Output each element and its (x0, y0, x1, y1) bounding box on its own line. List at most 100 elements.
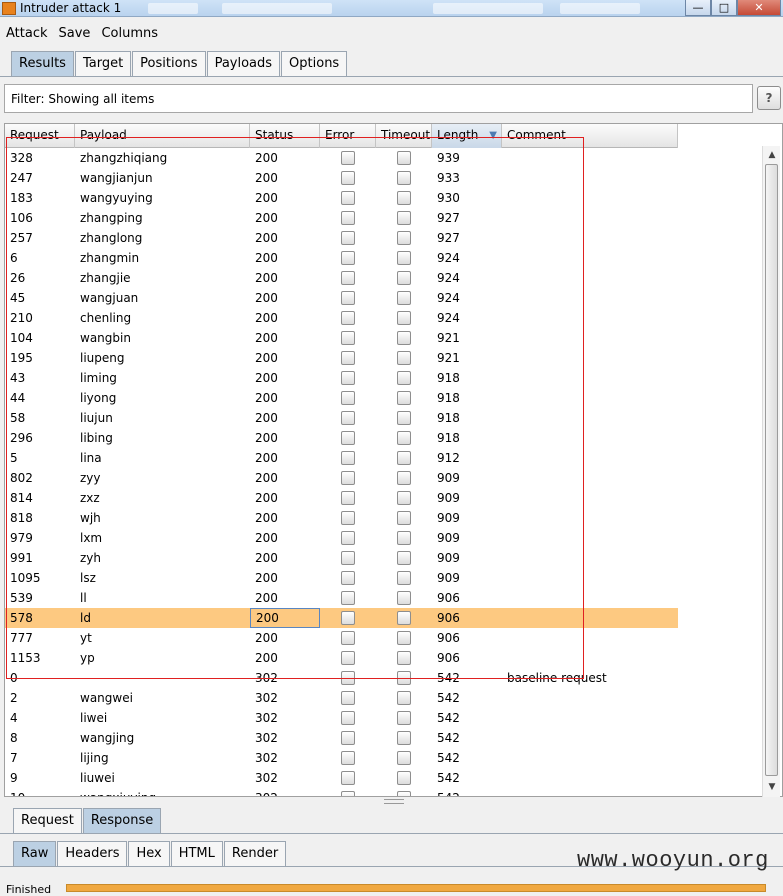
tab-response[interactable]: Response (82, 808, 162, 833)
table-row[interactable]: 10 wangxiuying 302 542 (5, 788, 678, 796)
table-row[interactable]: 6 zhangmin 200 924 (5, 248, 678, 268)
timeout-checkbox[interactable] (397, 771, 411, 785)
timeout-checkbox[interactable] (397, 591, 411, 605)
column-header-error[interactable]: Error (320, 124, 376, 148)
minimize-button[interactable]: — (685, 0, 711, 16)
table-row[interactable]: 991 zyh 200 909 (5, 548, 678, 568)
timeout-checkbox[interactable] (397, 291, 411, 305)
error-checkbox[interactable] (341, 511, 355, 525)
table-row[interactable]: 4 liwei 302 542 (5, 708, 678, 728)
table-row[interactable]: 104 wangbin 200 921 (5, 328, 678, 348)
table-row[interactable]: 26 zhangjie 200 924 (5, 268, 678, 288)
timeout-checkbox[interactable] (397, 171, 411, 185)
table-row[interactable]: 44 liyong 200 918 (5, 388, 678, 408)
table-row[interactable]: 8 wangjing 302 542 (5, 728, 678, 748)
error-checkbox[interactable] (341, 191, 355, 205)
error-checkbox[interactable] (341, 591, 355, 605)
column-header-request[interactable]: Request (5, 124, 75, 148)
timeout-checkbox[interactable] (397, 471, 411, 485)
error-checkbox[interactable] (341, 171, 355, 185)
timeout-checkbox[interactable] (397, 731, 411, 745)
error-checkbox[interactable] (341, 331, 355, 345)
table-row[interactable]: 2 wangwei 302 542 (5, 688, 678, 708)
menu-attack[interactable]: Attack (0, 24, 53, 44)
error-checkbox[interactable] (341, 491, 355, 505)
help-button[interactable]: ? (757, 86, 781, 110)
table-row[interactable]: 5 lina 200 912 (5, 448, 678, 468)
timeout-checkbox[interactable] (397, 751, 411, 765)
timeout-checkbox[interactable] (397, 711, 411, 725)
timeout-checkbox[interactable] (397, 551, 411, 565)
table-row[interactable]: 818 wjh 200 909 (5, 508, 678, 528)
tab-hex[interactable]: Hex (128, 841, 170, 866)
tab-headers[interactable]: Headers (57, 841, 128, 866)
scroll-up-icon[interactable]: ▲ (765, 148, 779, 162)
table-row[interactable]: 1095 lsz 200 909 (5, 568, 678, 588)
timeout-checkbox[interactable] (397, 531, 411, 545)
timeout-checkbox[interactable] (397, 391, 411, 405)
error-checkbox[interactable] (341, 231, 355, 245)
timeout-checkbox[interactable] (397, 251, 411, 265)
table-row[interactable]: 106 zhangping 200 927 (5, 208, 678, 228)
close-button[interactable]: ✕ (737, 0, 781, 16)
column-header-status[interactable]: Status (250, 124, 320, 148)
timeout-checkbox[interactable] (397, 791, 411, 796)
table-row[interactable]: 802 zyy 200 909 (5, 468, 678, 488)
error-checkbox[interactable] (341, 751, 355, 765)
error-checkbox[interactable] (341, 691, 355, 705)
error-checkbox[interactable] (341, 651, 355, 665)
timeout-checkbox[interactable] (397, 491, 411, 505)
error-checkbox[interactable] (341, 531, 355, 545)
error-checkbox[interactable] (341, 711, 355, 725)
table-row[interactable]: 257 zhanglong 200 927 (5, 228, 678, 248)
table-row[interactable]: 45 wangjuan 200 924 (5, 288, 678, 308)
error-checkbox[interactable] (341, 571, 355, 585)
timeout-checkbox[interactable] (397, 231, 411, 245)
error-checkbox[interactable] (341, 291, 355, 305)
timeout-checkbox[interactable] (397, 331, 411, 345)
column-header-comment[interactable]: Comment (502, 124, 678, 148)
error-checkbox[interactable] (341, 551, 355, 565)
tab-payloads[interactable]: Payloads (206, 51, 281, 76)
error-checkbox[interactable] (341, 471, 355, 485)
table-row[interactable]: 979 lxm 200 909 (5, 528, 678, 548)
table-row[interactable]: 210 chenling 200 924 (5, 308, 678, 328)
menu-save[interactable]: Save (53, 24, 96, 44)
table-row[interactable]: 539 ll 200 906 (5, 588, 678, 608)
timeout-checkbox[interactable] (397, 151, 411, 165)
table-scrollbar[interactable]: ▲ ▼ (762, 146, 780, 797)
error-checkbox[interactable] (341, 211, 355, 225)
tab-options[interactable]: Options (281, 51, 348, 76)
error-checkbox[interactable] (341, 371, 355, 385)
tab-raw[interactable]: Raw (13, 841, 57, 866)
timeout-checkbox[interactable] (397, 571, 411, 585)
timeout-checkbox[interactable] (397, 211, 411, 225)
column-header-length[interactable]: Length ▼ (432, 124, 502, 148)
timeout-checkbox[interactable] (397, 431, 411, 445)
tab-positions[interactable]: Positions (132, 51, 206, 76)
table-row[interactable]: 777 yt 200 906 (5, 628, 678, 648)
splitter-handle[interactable] (384, 799, 404, 804)
table-row[interactable]: 9 liuwei 302 542 (5, 768, 678, 788)
table-row[interactable]: 183 wangyuying 200 930 (5, 188, 678, 208)
menu-columns[interactable]: Columns (95, 24, 163, 44)
table-row[interactable]: 195 liupeng 200 921 (5, 348, 678, 368)
table-row[interactable]: 247 wangjianjun 200 933 (5, 168, 678, 188)
error-checkbox[interactable] (341, 311, 355, 325)
error-checkbox[interactable] (341, 391, 355, 405)
scrollbar-thumb[interactable] (765, 164, 778, 776)
timeout-checkbox[interactable] (397, 651, 411, 665)
column-header-payload[interactable]: Payload (75, 124, 250, 148)
timeout-checkbox[interactable] (397, 511, 411, 525)
timeout-checkbox[interactable] (397, 451, 411, 465)
timeout-checkbox[interactable] (397, 371, 411, 385)
error-checkbox[interactable] (341, 431, 355, 445)
column-header-timeout[interactable]: Timeout (376, 124, 432, 148)
table-row[interactable]: 814 zxz 200 909 (5, 488, 678, 508)
table-row[interactable]: 0 302 542 baseline request (5, 668, 678, 688)
timeout-checkbox[interactable] (397, 311, 411, 325)
error-checkbox[interactable] (341, 611, 355, 625)
error-checkbox[interactable] (341, 771, 355, 785)
maximize-button[interactable]: □ (711, 0, 737, 16)
error-checkbox[interactable] (341, 351, 355, 365)
